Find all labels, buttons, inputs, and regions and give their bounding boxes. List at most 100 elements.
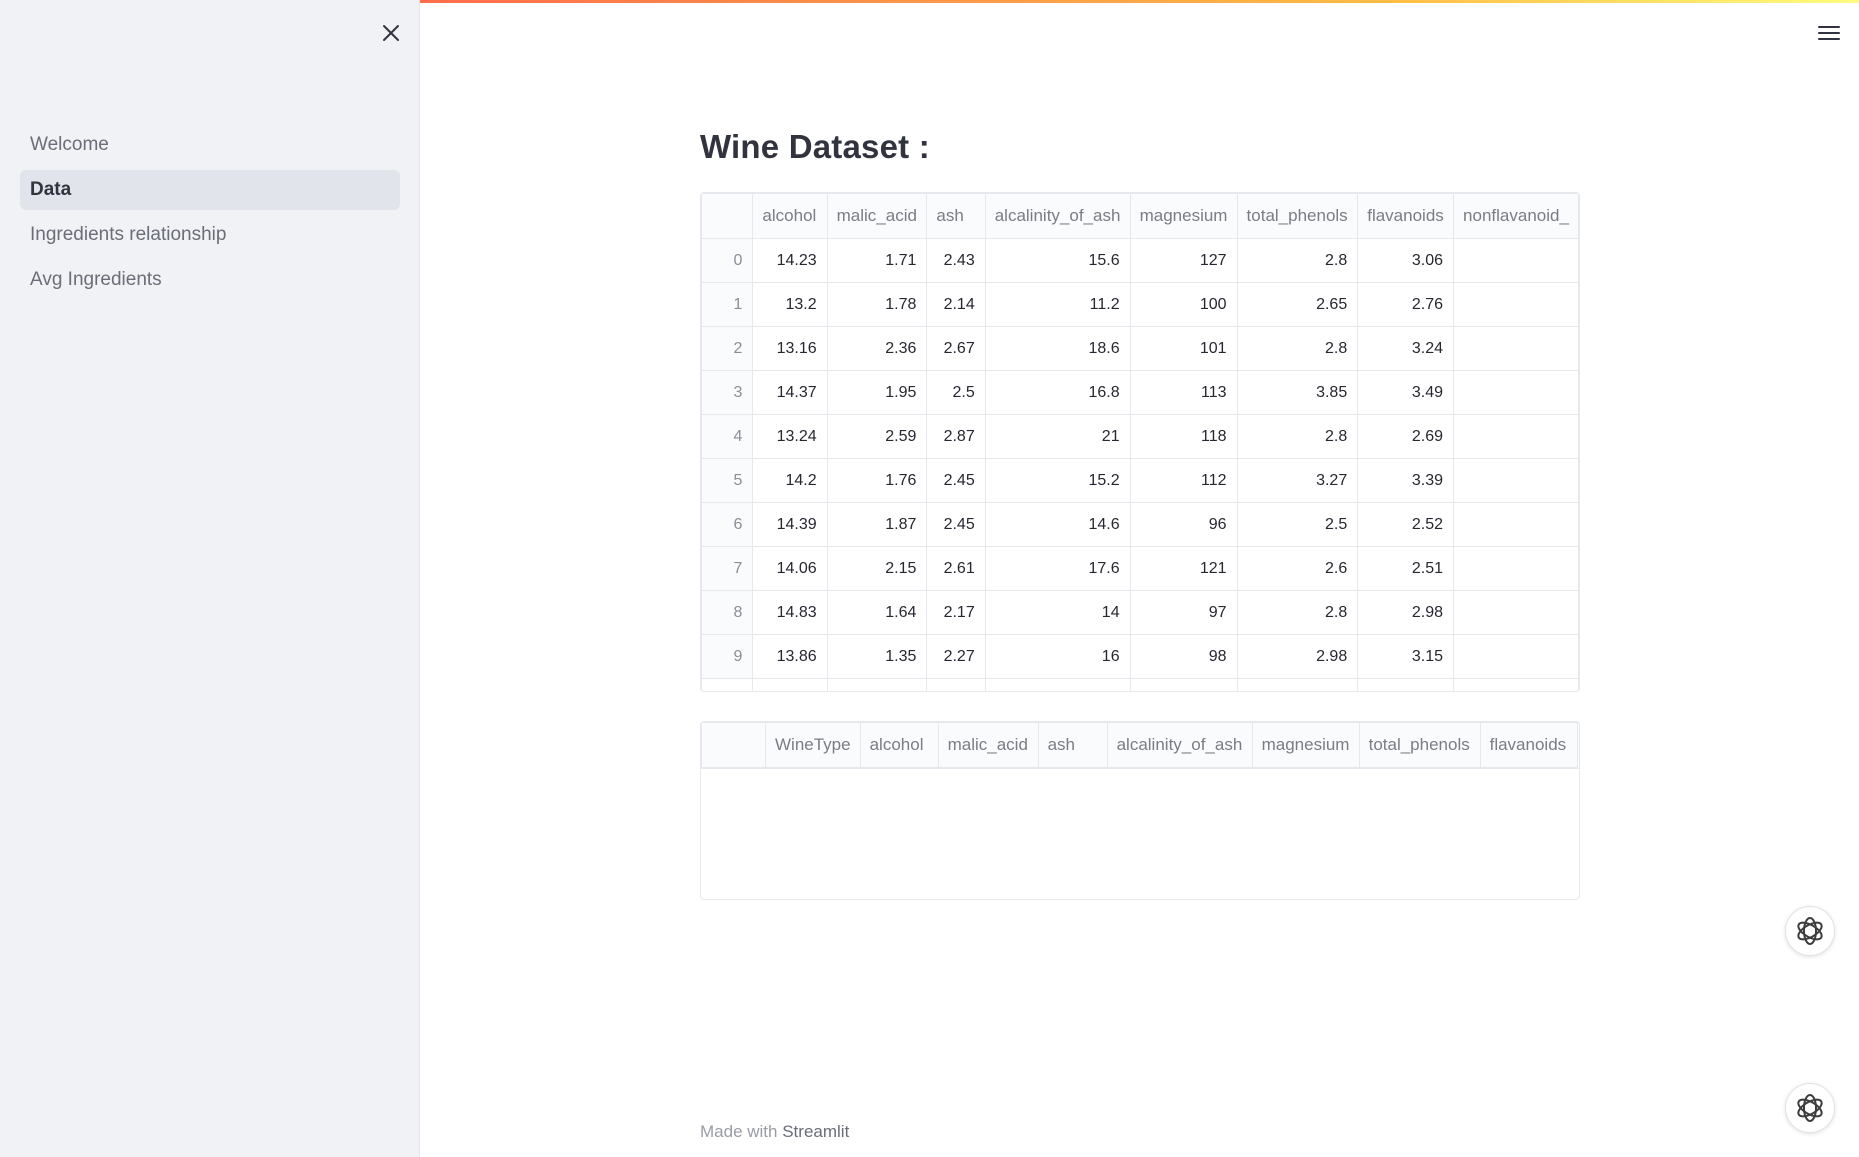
table-cell[interactable]: 2.65 — [1236, 282, 1359, 327]
table-cell[interactable]: 3.24 — [1357, 326, 1455, 371]
table-cell[interactable]: 2.17 — [926, 590, 986, 635]
table-cell[interactable]: 2.76 — [1357, 282, 1455, 327]
table-cell[interactable]: 1.95 — [826, 370, 928, 415]
table-cell[interactable]: 2.6 — [1236, 546, 1359, 591]
table-cell[interactable]: 16 — [984, 634, 1131, 679]
table-row[interactable]: 7 14.06 2.15 2.61 17.6 121 2.6 2.51 — [701, 546, 1579, 591]
sidebar-item-data[interactable]: Data — [20, 170, 400, 210]
table-cell[interactable]: 1.64 — [826, 590, 928, 635]
table-cell[interactable] — [1453, 414, 1579, 459]
dataframe-wine-dataset[interactable]: alcohol malic_acid ash alcalinity_of_ash mag… — [700, 192, 1580, 692]
table-cell[interactable]: 2.5 — [926, 370, 986, 415]
column-header[interactable]: flavanoids — [1357, 193, 1455, 239]
table-cell[interactable]: 1.35 — [826, 634, 928, 679]
table-cell[interactable]: 2.8 — [1236, 414, 1359, 459]
table-cell[interactable]: 3.85 — [1236, 370, 1359, 415]
table-cell[interactable]: 1.71 — [826, 238, 928, 283]
table-cell[interactable]: 18.6 — [984, 326, 1131, 371]
table-cell[interactable]: 2.8 — [1236, 590, 1359, 635]
streamlit-link[interactable]: Streamlit — [782, 1122, 849, 1141]
table-cell[interactable] — [1453, 370, 1579, 415]
table-cell[interactable]: 2.45 — [926, 458, 986, 503]
column-header[interactable]: malic_acid — [826, 193, 928, 239]
sidebar-item-avg-ingredients[interactable]: Avg Ingredients — [20, 260, 400, 300]
table-cell[interactable]: 118 — [1129, 414, 1238, 459]
table-cell[interactable]: 3.06 — [1357, 238, 1455, 283]
table-cell[interactable]: 2.69 — [1357, 414, 1455, 459]
column-header[interactable]: magnesium — [1251, 722, 1360, 768]
table-row[interactable]: 5 14.2 1.76 2.45 15.2 112 3.27 3.39 — [701, 458, 1579, 503]
table-cell[interactable]: 2.51 — [1357, 546, 1455, 591]
table-cell[interactable]: 13.2 — [752, 282, 828, 327]
table-row[interactable]: 3 14.37 1.95 2.5 16.8 113 3.85 3.49 — [701, 370, 1579, 415]
column-header[interactable]: alcalinity_of_ash — [984, 193, 1131, 239]
table-cell[interactable]: 2.27 — [926, 634, 986, 679]
column-header[interactable]: total_phenols — [1236, 193, 1359, 239]
table-cell[interactable]: 17.6 — [984, 546, 1131, 591]
table-cell[interactable]: 2.98 — [1357, 590, 1455, 635]
table-cell[interactable] — [1453, 326, 1579, 371]
close-sidebar-button[interactable] — [376, 18, 406, 48]
table-cell[interactable] — [1453, 590, 1579, 635]
table-cell[interactable]: 14.23 — [752, 238, 828, 283]
table-cell[interactable]: 13.24 — [752, 414, 828, 459]
table-cell[interactable]: 14.6 — [984, 502, 1131, 547]
table-cell[interactable] — [1453, 282, 1579, 327]
assistant-button[interactable] — [1785, 906, 1835, 956]
table-row[interactable]: 0 14.23 1.71 2.43 15.6 127 2.8 3.06 — [701, 238, 1579, 283]
table-cell[interactable]: 3.49 — [1357, 370, 1455, 415]
table-cell[interactable]: 15.2 — [984, 458, 1131, 503]
table-row[interactable]: 9 13.86 1.35 2.27 16 98 2.98 3.15 — [701, 634, 1579, 679]
table-cell[interactable] — [1453, 502, 1579, 547]
table-cell[interactable] — [1453, 458, 1579, 503]
table-cell[interactable]: 2.15 — [826, 546, 928, 591]
table-cell[interactable]: 14 — [984, 590, 1131, 635]
column-header[interactable]: malic_acid — [937, 722, 1039, 768]
table-cell[interactable]: 98 — [1129, 634, 1238, 679]
table-cell[interactable]: 101 — [1129, 326, 1238, 371]
table-row[interactable]: 8 14.83 1.64 2.17 14 97 2.8 2.98 — [701, 590, 1579, 635]
table-cell[interactable] — [1453, 634, 1579, 679]
table-cell[interactable]: 3.39 — [1357, 458, 1455, 503]
table-cell[interactable]: 127 — [1129, 238, 1238, 283]
table-cell[interactable]: 113 — [1129, 370, 1238, 415]
column-header[interactable]: ash — [1037, 722, 1108, 768]
table-cell[interactable]: 1.78 — [826, 282, 928, 327]
table-cell[interactable]: 112 — [1129, 458, 1238, 503]
table-row[interactable]: 1 13.2 1.78 2.14 11.2 100 2.65 2.76 — [701, 282, 1579, 327]
table-cell[interactable]: 96 — [1129, 502, 1238, 547]
table-cell[interactable]: 14.83 — [752, 590, 828, 635]
table-cell[interactable]: 13.16 — [752, 326, 828, 371]
table-row[interactable]: 6 14.39 1.87 2.45 14.6 96 2.5 2.52 — [701, 502, 1579, 547]
table-cell[interactable]: 14.37 — [752, 370, 828, 415]
table-cell[interactable]: 121 — [1129, 546, 1238, 591]
table-cell[interactable]: 3.27 — [1236, 458, 1359, 503]
table-cell[interactable]: 2.8 — [1236, 326, 1359, 371]
table-cell[interactable]: 2.43 — [926, 238, 986, 283]
table-cell[interactable]: 2.98 — [1236, 634, 1359, 679]
column-header[interactable]: flavanoids — [1479, 722, 1578, 768]
table-cell[interactable]: 2.5 — [1236, 502, 1359, 547]
table-cell[interactable] — [1453, 546, 1579, 591]
table-cell[interactable] — [1453, 238, 1579, 283]
table-row[interactable]: 2 13.16 2.36 2.67 18.6 101 2.8 3.24 — [701, 326, 1579, 371]
column-header[interactable]: WineType — [765, 722, 861, 768]
table-cell[interactable]: 100 — [1129, 282, 1238, 327]
table-cell[interactable]: 1.76 — [826, 458, 928, 503]
column-header[interactable]: alcohol — [752, 193, 828, 239]
dataframe-wine-type[interactable]: WineType alcohol malic_acid ash alcalinity_o… — [700, 721, 1580, 900]
column-header[interactable]: ash — [926, 193, 986, 239]
table-cell[interactable]: 21 — [984, 414, 1131, 459]
column-header[interactable]: total_phenols — [1358, 722, 1481, 768]
table-cell[interactable]: 13.86 — [752, 634, 828, 679]
table-cell[interactable]: 2.52 — [1357, 502, 1455, 547]
table-cell[interactable]: 2.45 — [926, 502, 986, 547]
table-cell[interactable]: 2.36 — [826, 326, 928, 371]
table-cell[interactable]: 11.2 — [984, 282, 1131, 327]
table-row[interactable]: 4 13.24 2.59 2.87 21 118 2.8 2.69 — [701, 414, 1579, 459]
table-cell[interactable]: 1.87 — [826, 502, 928, 547]
table-cell[interactable]: 97 — [1129, 590, 1238, 635]
table-cell[interactable]: 14.39 — [752, 502, 828, 547]
table-cell[interactable]: 2.59 — [826, 414, 928, 459]
column-header[interactable]: nonflavanoid_ — [1453, 193, 1579, 239]
